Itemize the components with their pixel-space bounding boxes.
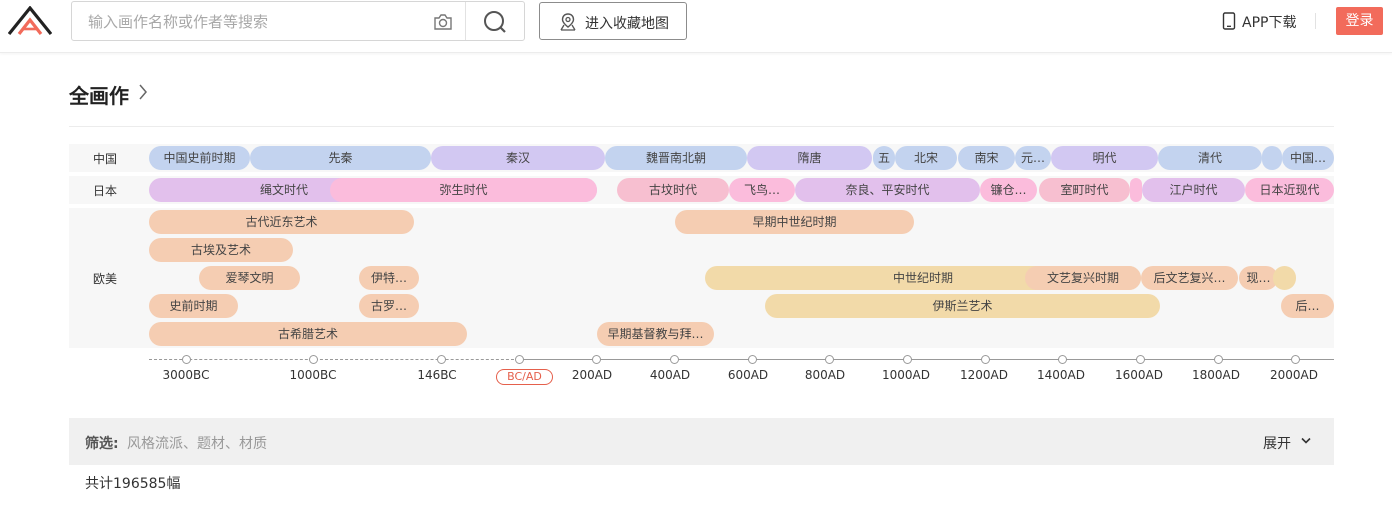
timeline-label: 1600AD xyxy=(1115,368,1163,382)
collection-map-button[interactable]: 进入收藏地图 xyxy=(539,2,687,40)
period-china-republic[interactable] xyxy=(1262,146,1282,170)
period-japan-kofun[interactable]: 古坟时代 xyxy=(617,178,729,202)
expand-button[interactable]: 展开 xyxy=(1263,433,1291,453)
timeline-dot xyxy=(182,355,191,364)
period-japan-kamakura[interactable]: 镰仓… xyxy=(980,178,1037,202)
row-label-japan: 日本 xyxy=(92,184,117,198)
section-divider xyxy=(69,126,1334,127)
result-count: 共计196585幅 xyxy=(85,476,181,492)
period-china-prehistoric[interactable]: 中国史前时期 xyxy=(149,146,250,170)
timeline-ad-line xyxy=(520,359,1334,360)
period-japan-modern[interactable]: 日本近现代 xyxy=(1245,178,1334,202)
search-button[interactable] xyxy=(466,2,525,40)
period-china-preqin[interactable]: 先秦 xyxy=(250,146,431,170)
timeline-dot xyxy=(1214,355,1223,364)
timeline-bc-line xyxy=(149,359,519,360)
period-japan-azuchi[interactable] xyxy=(1130,178,1142,202)
timeline-dot xyxy=(670,355,679,364)
period-china-five-dynasties[interactable]: 五 xyxy=(873,146,895,170)
timeline-label: 146BC xyxy=(417,368,457,382)
map-pin-icon xyxy=(560,13,576,31)
period-china-suitang[interactable]: 隋唐 xyxy=(747,146,872,170)
timeline-label: 1000AD xyxy=(882,368,930,382)
search-icon xyxy=(484,11,506,33)
period-west-prehistoric[interactable]: 史前时期 xyxy=(149,294,238,318)
timeline-dot xyxy=(1058,355,1067,364)
period-west-post-modern[interactable]: 后… xyxy=(1281,294,1334,318)
row-label-west: 欧美 xyxy=(92,272,117,286)
timeline-dot xyxy=(981,355,990,364)
period-west-post-renaissance[interactable]: 后文艺复兴… xyxy=(1141,266,1238,290)
period-west-ancient-rome[interactable]: 古罗… xyxy=(359,294,419,318)
period-west-early-christian[interactable]: 早期基督教与拜… xyxy=(597,322,714,346)
period-china-ming[interactable]: 明代 xyxy=(1051,146,1158,170)
period-japan-edo[interactable]: 江户时代 xyxy=(1142,178,1245,202)
timeline-label: 1400AD xyxy=(1037,368,1085,382)
login-button[interactable]: 登录 xyxy=(1336,7,1383,35)
timeline-dot xyxy=(515,355,524,364)
period-china-qing[interactable]: 清代 xyxy=(1158,146,1262,170)
timeline-label: 1200AD xyxy=(960,368,1008,382)
period-japan-nara-heian[interactable]: 奈良、平安时代 xyxy=(795,178,980,202)
timeline-dot xyxy=(592,355,601,364)
period-west-contemporary[interactable] xyxy=(1273,266,1296,290)
camera-icon[interactable] xyxy=(432,12,454,32)
period-west-renaissance[interactable]: 文艺复兴时期 xyxy=(1025,266,1141,290)
app-download-label: APP下载 xyxy=(1242,15,1297,31)
period-japan-asuka[interactable]: 飞鸟… xyxy=(729,178,795,202)
timeline-label: 800AD xyxy=(804,368,846,382)
chevron-right-icon[interactable] xyxy=(138,84,148,100)
timeline-dot xyxy=(309,355,318,364)
chevron-down-icon[interactable] xyxy=(1300,437,1312,445)
timeline-label: 200AD xyxy=(571,368,613,382)
header-divider xyxy=(1315,13,1316,29)
period-china-southern-song[interactable]: 南宋 xyxy=(958,146,1015,170)
timeline-dot xyxy=(748,355,757,364)
period-china-modern[interactable]: 中国… xyxy=(1282,146,1334,170)
page-title[interactable]: 全画作 xyxy=(69,80,129,109)
period-west-ancient-egypt[interactable]: 古埃及艺术 xyxy=(149,238,293,262)
collection-map-label: 进入收藏地图 xyxy=(585,16,669,32)
row-label-china: 中国 xyxy=(92,152,117,166)
timeline-dot xyxy=(1291,355,1300,364)
timeline-dot xyxy=(825,355,834,364)
filter-options[interactable]: 风格流派、题材、材质 xyxy=(127,433,267,453)
timeline-dot xyxy=(1136,355,1145,364)
search-input[interactable] xyxy=(88,11,418,33)
timeline-label: 1000BC xyxy=(289,368,337,382)
filter-bar: 筛选: 风格流派、题材、材质 展开 xyxy=(69,418,1334,465)
period-west-ancient-greece[interactable]: 古希腊艺术 xyxy=(149,322,467,346)
period-china-weijin[interactable]: 魏晋南北朝 xyxy=(605,146,747,170)
period-japan-muromachi[interactable]: 室町时代 xyxy=(1039,178,1130,202)
top-header: 进入收藏地图 APP下载 登录 xyxy=(0,0,1392,53)
period-china-northern-song[interactable]: 北宋 xyxy=(895,146,957,170)
period-west-ancient-near-east[interactable]: 古代近东艺术 xyxy=(149,210,414,234)
timeline-label: 600AD xyxy=(727,368,769,382)
period-china-qinhan[interactable]: 秦汉 xyxy=(431,146,605,170)
timeline-label: 1800AD xyxy=(1192,368,1240,382)
period-west-aegean[interactable]: 爱琴文明 xyxy=(199,266,300,290)
timeline-label: 3000BC xyxy=(162,368,210,382)
timeline-label: 2000AD xyxy=(1270,368,1318,382)
period-west-early-medieval[interactable]: 早期中世纪时期 xyxy=(675,210,914,234)
timeline-label: 400AD xyxy=(649,368,691,382)
period-west-islamic[interactable]: 伊斯兰艺术 xyxy=(765,294,1160,318)
period-west-etruscan[interactable]: 伊特… xyxy=(359,266,419,290)
search-box xyxy=(71,1,525,41)
logo-icon[interactable] xyxy=(8,6,52,36)
timeline-bc-ad-marker: BC/AD xyxy=(496,369,553,385)
filter-label: 筛选: xyxy=(85,436,119,452)
period-japan-yayoi[interactable]: 弥生时代 xyxy=(330,178,597,202)
period-china-yuan[interactable]: 元… xyxy=(1015,146,1051,170)
phone-icon xyxy=(1222,12,1236,30)
timeline-dot xyxy=(903,355,912,364)
timeline-dot xyxy=(437,355,446,364)
